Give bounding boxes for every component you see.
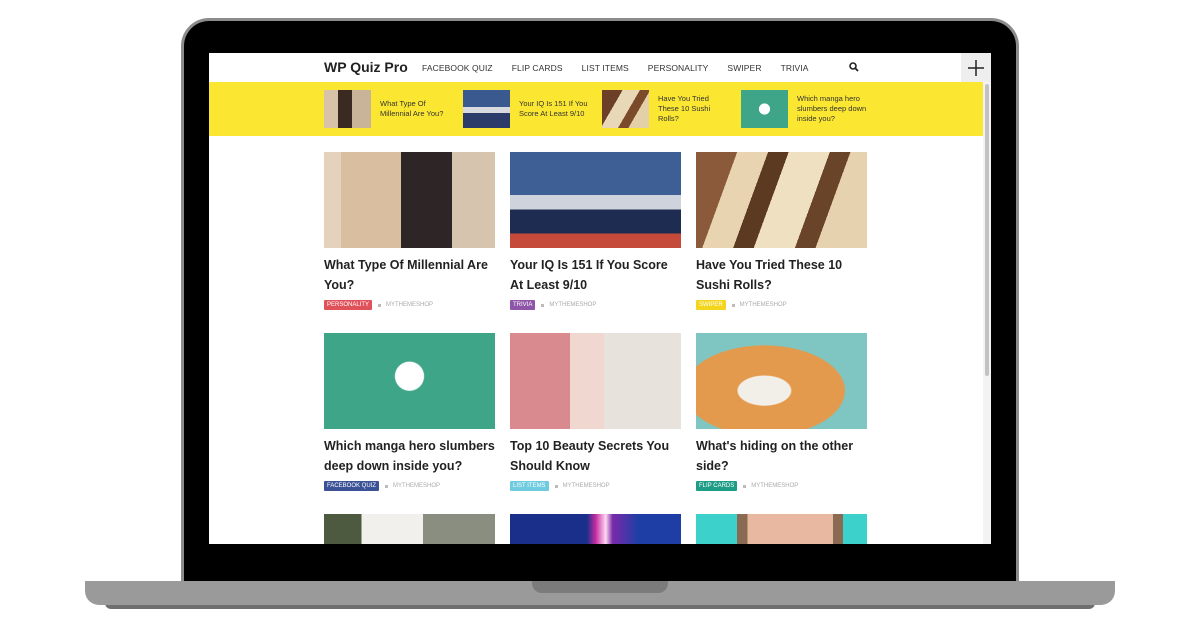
card-thumbnail[interactable]	[324, 514, 495, 544]
card-thumbnail[interactable]	[510, 514, 681, 544]
card-meta: LIST ITEMS MYTHEMESHOP	[510, 481, 681, 491]
card-thumbnail[interactable]	[510, 333, 681, 429]
card-meta: SWIPER MYTHEMESHOP	[696, 300, 867, 310]
nav-flip-cards[interactable]: FLIP CARDS	[512, 63, 563, 73]
card-title[interactable]: Have You Tried These 10 Sushi Rolls?	[696, 256, 867, 295]
author-name[interactable]: MYTHEMESHOP	[740, 302, 787, 308]
browser-screen: WP Quiz Pro FACEBOOK QUIZ FLIP CARDS LIS…	[209, 53, 991, 544]
ticker-item[interactable]: Which manga hero slumbers deep down insi…	[741, 90, 869, 128]
card-thumbnail[interactable]	[696, 333, 867, 429]
card-thumbnail[interactable]	[510, 152, 681, 248]
author-name[interactable]: MYTHEMESHOP	[563, 483, 610, 489]
category-badge[interactable]: FACEBOOK QUIZ	[324, 481, 380, 491]
scrollbar[interactable]	[983, 82, 991, 544]
card-meta: FLIP CARDS MYTHEMESHOP	[696, 481, 867, 491]
category-badge[interactable]: LIST ITEMS	[510, 481, 549, 491]
author-name[interactable]: MYTHEMESHOP	[393, 483, 440, 489]
ticker-thumbnail	[741, 90, 788, 128]
plus-icon	[968, 60, 984, 76]
search-icon[interactable]	[848, 61, 860, 73]
category-badge[interactable]: FLIP CARDS	[696, 481, 738, 491]
separator-dot	[385, 484, 389, 488]
ticker-title: What Type Of Millennial Are You?	[380, 99, 444, 118]
category-badge[interactable]: PERSONALITY	[324, 300, 373, 310]
card-title[interactable]: Which manga hero slumbers deep down insi…	[324, 437, 495, 476]
card-title[interactable]: Top 10 Beauty Secrets You Should Know	[510, 437, 681, 476]
nav-facebook-quiz[interactable]: FACEBOOK QUIZ	[422, 63, 493, 73]
scrollbar-thumb[interactable]	[985, 84, 989, 376]
card-meta: PERSONALITY MYTHEMESHOP	[324, 300, 495, 310]
nav-personality[interactable]: PERSONALITY	[648, 63, 709, 73]
nav-list-items[interactable]: LIST ITEMS	[582, 63, 629, 73]
separator-dot	[554, 484, 558, 488]
nav-swiper[interactable]: SWIPER	[727, 63, 761, 73]
laptop-notch	[532, 581, 668, 593]
author-name[interactable]: MYTHEMESHOP	[386, 302, 433, 308]
author-name[interactable]: MYTHEMESHOP	[549, 302, 596, 308]
quiz-card[interactable]	[324, 514, 495, 544]
card-thumbnail[interactable]	[324, 152, 495, 248]
card-title[interactable]: Your IQ Is 151 If You Score At Least 9/1…	[510, 256, 681, 295]
category-badge[interactable]: SWIPER	[696, 300, 726, 310]
nav-trivia[interactable]: TRIVIA	[781, 63, 809, 73]
ticker-thumbnail	[602, 90, 649, 128]
ticker-title: Your IQ Is 151 If You Score At Least 9/1…	[519, 99, 588, 118]
ticker-thumbnail	[463, 90, 510, 128]
quiz-card[interactable]: Top 10 Beauty Secrets You Should Know LI…	[510, 333, 681, 491]
quiz-card[interactable]	[510, 514, 681, 544]
separator-dot	[541, 303, 545, 307]
quiz-card[interactable]: What's hiding on the other side? FLIP CA…	[696, 333, 867, 491]
card-thumbnail[interactable]	[696, 152, 867, 248]
site-logo[interactable]: WP Quiz Pro	[324, 59, 408, 75]
ticker-title: Have You Tried These 10 Sushi Rolls?	[658, 94, 711, 123]
ticker-item[interactable]: Your IQ Is 151 If You Score At Least 9/1…	[463, 90, 591, 128]
quiz-card[interactable]: What Type Of Millennial Are You? PERSONA…	[324, 152, 495, 310]
main-nav: FACEBOOK QUIZ FLIP CARDS LIST ITEMS PERS…	[422, 63, 828, 73]
ticker-thumbnail	[324, 90, 371, 128]
quiz-card[interactable]	[696, 514, 867, 544]
ticker-item[interactable]: What Type Of Millennial Are You?	[324, 90, 452, 128]
ticker-title: Which manga hero slumbers deep down insi…	[797, 94, 867, 123]
separator-dot	[731, 303, 735, 307]
quiz-card[interactable]: Your IQ Is 151 If You Score At Least 9/1…	[510, 152, 681, 310]
featured-ticker: What Type Of Millennial Are You? Your IQ…	[209, 82, 983, 136]
card-title[interactable]: What Type Of Millennial Are You?	[324, 256, 495, 295]
card-thumbnail[interactable]	[324, 333, 495, 429]
category-badge[interactable]: TRIVIA	[510, 300, 536, 310]
separator-dot	[743, 484, 747, 488]
separator-dot	[378, 303, 382, 307]
card-meta: FACEBOOK QUIZ MYTHEMESHOP	[324, 481, 495, 491]
plus-button[interactable]	[961, 53, 991, 83]
card-meta: TRIVIA MYTHEMESHOP	[510, 300, 681, 310]
card-title[interactable]: What's hiding on the other side?	[696, 437, 867, 476]
quiz-card[interactable]: Which manga hero slumbers deep down insi…	[324, 333, 495, 491]
quiz-card[interactable]: Have You Tried These 10 Sushi Rolls? SWI…	[696, 152, 867, 310]
card-thumbnail[interactable]	[696, 514, 867, 544]
ticker-item[interactable]: Have You Tried These 10 Sushi Rolls?	[602, 90, 730, 128]
author-name[interactable]: MYTHEMESHOP	[751, 483, 798, 489]
site-header: WP Quiz Pro FACEBOOK QUIZ FLIP CARDS LIS…	[209, 53, 983, 82]
